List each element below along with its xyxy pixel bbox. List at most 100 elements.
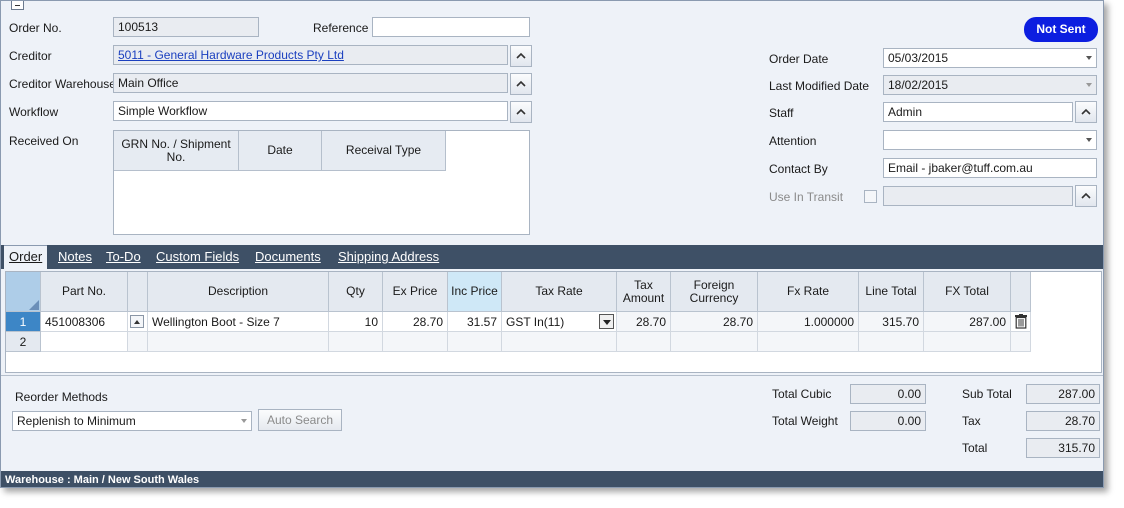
- cell-tax-rate[interactable]: GST In(11): [502, 312, 617, 332]
- order-date-value: 05/03/2015: [888, 51, 949, 65]
- col-tax-amount[interactable]: Tax Amount: [617, 272, 671, 312]
- creditor-link[interactable]: 5011 - General Hardware Products Pty Ltd: [113, 45, 508, 65]
- cell-inc-price[interactable]: 31.57: [448, 312, 502, 332]
- purchase-order-window: Order No. 100513 Reference Creditor 5011…: [0, 0, 1104, 488]
- creditor-warehouse-lookup-button[interactable]: [510, 73, 532, 95]
- tab-notes[interactable]: Notes: [58, 249, 92, 264]
- reorder-method-dropdown[interactable]: Replenish to Minimum: [12, 411, 252, 431]
- collapse-button[interactable]: [11, 1, 24, 10]
- tab-order[interactable]: Order: [4, 245, 48, 269]
- staff-label: Staff: [769, 106, 794, 120]
- dropdown-arrow-icon: [1086, 83, 1092, 87]
- use-in-transit-label: Use In Transit: [769, 190, 844, 204]
- order-date-picker[interactable]: 05/03/2015: [883, 48, 1097, 68]
- grid-corner[interactable]: [6, 272, 41, 312]
- reference-input[interactable]: [372, 17, 530, 37]
- col-expand[interactable]: [128, 272, 148, 312]
- dropdown-arrow-icon: [603, 320, 611, 325]
- cell-ex-price[interactable]: 28.70: [383, 312, 448, 332]
- tab-shipping-address[interactable]: Shipping Address: [338, 249, 439, 264]
- chevron-up-icon: [134, 320, 140, 324]
- status-badge: Not Sent: [1024, 17, 1098, 42]
- col-receival-type[interactable]: Receival Type: [322, 131, 446, 171]
- received-on-table[interactable]: GRN No. / Shipment No. Date Receival Typ…: [113, 130, 530, 235]
- tax-rate-value: GST In(11): [506, 315, 565, 329]
- cell-tax-amount: [617, 332, 671, 352]
- col-line-total[interactable]: Line Total: [859, 272, 924, 312]
- reorder-methods-label: Reorder Methods: [15, 390, 108, 404]
- dropdown-arrow-icon[interactable]: [1086, 138, 1092, 142]
- total-weight-label: Total Weight: [772, 414, 838, 428]
- chevron-up-icon: [1081, 192, 1091, 199]
- cell-fx-rate: [758, 332, 859, 352]
- total-weight-field: 0.00: [850, 411, 926, 431]
- col-grn-shipment[interactable]: GRN No. / Shipment No.: [114, 131, 239, 171]
- col-part-no[interactable]: Part No.: [41, 272, 128, 312]
- use-in-transit-checkbox[interactable]: [864, 190, 877, 203]
- col-fx-rate[interactable]: Fx Rate: [758, 272, 859, 312]
- cell-qty[interactable]: 10: [329, 312, 383, 332]
- total-label: Total: [962, 441, 988, 455]
- col-tax-rate[interactable]: Tax Rate: [502, 272, 617, 312]
- last-modified-label: Last Modified Date: [769, 79, 870, 93]
- chevron-up-icon: [516, 108, 526, 115]
- cell-foreign-currency: [671, 332, 758, 352]
- workflow-lookup-button[interactable]: [510, 101, 532, 123]
- cell-fx-total: [924, 332, 1011, 352]
- tab-documents[interactable]: Documents: [255, 249, 321, 264]
- cell-inc-price[interactable]: [448, 332, 502, 352]
- tab-custom-fields[interactable]: Custom Fields: [156, 249, 239, 264]
- cell-line-total: [859, 332, 924, 352]
- workflow-field[interactable]: Simple Workflow: [113, 101, 508, 121]
- corner-triangle-icon: [29, 300, 39, 310]
- col-fx-total[interactable]: FX Total: [924, 272, 1011, 312]
- cell-fx-total: 287.00: [924, 312, 1011, 332]
- col-ex-price[interactable]: Ex Price: [383, 272, 448, 312]
- status-bar: Warehouse : Main / New South Wales: [1, 471, 1103, 487]
- sub-total-label: Sub Total: [962, 387, 1012, 401]
- workflow-label: Workflow: [9, 105, 59, 119]
- row-number[interactable]: 1: [6, 312, 41, 332]
- col-foreign-currency[interactable]: Foreign Currency: [671, 272, 758, 312]
- col-description[interactable]: Description: [148, 272, 329, 312]
- cell-expand[interactable]: [128, 312, 148, 332]
- cell-ex-price[interactable]: [383, 332, 448, 352]
- row-number[interactable]: 2: [6, 332, 41, 352]
- last-modified-value: 18/02/2015: [888, 78, 949, 92]
- auto-search-button[interactable]: Auto Search: [258, 409, 342, 431]
- cell-qty[interactable]: [329, 332, 383, 352]
- cell-tax-rate[interactable]: [502, 332, 617, 352]
- col-qty[interactable]: Qty: [329, 272, 383, 312]
- col-inc-price[interactable]: Inc Price: [448, 272, 502, 312]
- minus-icon: [15, 5, 20, 6]
- tax-field: 28.70: [1026, 411, 1100, 431]
- col-date[interactable]: Date: [239, 131, 322, 171]
- use-in-transit-lookup-button[interactable]: [1075, 185, 1097, 207]
- tax-rate-dropdown[interactable]: [599, 314, 614, 329]
- contact-by-field[interactable]: Email - jbaker@tuff.com.au: [883, 158, 1097, 178]
- trash-icon[interactable]: [1014, 314, 1028, 329]
- tab-to-do[interactable]: To-Do: [106, 249, 141, 264]
- last-modified-field: 18/02/2015: [883, 75, 1097, 95]
- chevron-up-icon: [516, 80, 526, 87]
- use-in-transit-field: [883, 186, 1073, 206]
- cell-part-no[interactable]: [41, 332, 128, 352]
- dropdown-arrow-icon[interactable]: [241, 419, 247, 423]
- order-no-field: 100513: [113, 17, 259, 37]
- col-delete: [1011, 272, 1031, 312]
- creditor-lookup-button[interactable]: [510, 45, 532, 67]
- dropdown-arrow-icon[interactable]: [1086, 56, 1092, 60]
- expand-button[interactable]: [130, 315, 144, 328]
- attention-dropdown[interactable]: [883, 130, 1097, 150]
- cell-delete[interactable]: [1011, 312, 1031, 332]
- staff-field[interactable]: Admin: [883, 102, 1073, 122]
- cell-delete: [1011, 332, 1031, 352]
- cell-description[interactable]: Wellington Boot - Size 7: [148, 312, 329, 332]
- cell-foreign-currency: 28.70: [671, 312, 758, 332]
- cell-fx-rate: 1.000000: [758, 312, 859, 332]
- total-cubic-label: Total Cubic: [772, 387, 832, 401]
- order-lines-grid[interactable]: Part No. Description Qty Ex Price Inc Pr…: [5, 271, 1102, 373]
- cell-part-no[interactable]: 451008306: [41, 312, 128, 332]
- cell-description[interactable]: [148, 332, 329, 352]
- staff-lookup-button[interactable]: [1075, 101, 1097, 123]
